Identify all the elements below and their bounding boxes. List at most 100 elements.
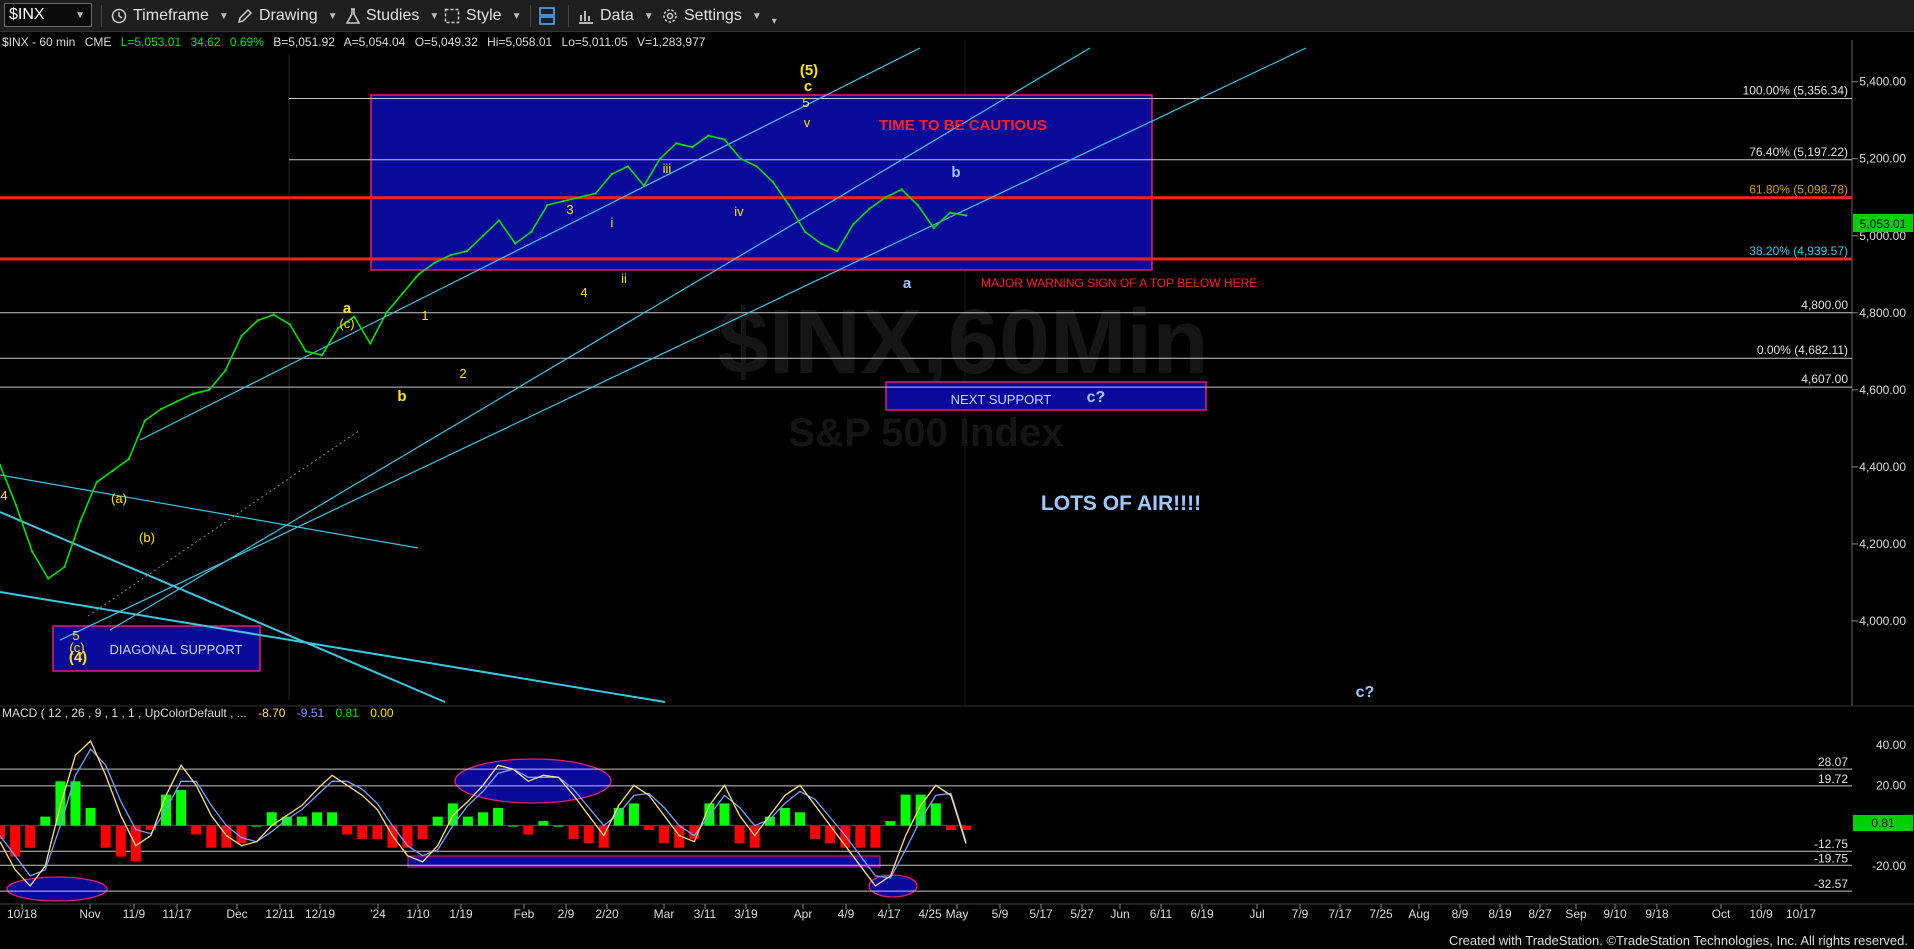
time-tick-label: 12/11 bbox=[265, 907, 294, 921]
price-point bbox=[578, 196, 581, 199]
time-tick-label: Feb bbox=[514, 907, 535, 921]
macd-histogram-bar bbox=[583, 825, 594, 844]
time-tick-label: 3/19 bbox=[734, 907, 758, 921]
time-tick-label: 5/17 bbox=[1029, 907, 1053, 921]
time-tick-label: 11/17 bbox=[162, 907, 191, 921]
flask-icon bbox=[346, 8, 360, 24]
price-point bbox=[224, 369, 227, 372]
macd-histogram-bar bbox=[417, 825, 428, 839]
time-tick-label: 10/18 bbox=[7, 907, 37, 921]
time-tick-label: Mar bbox=[654, 907, 675, 921]
price-tick-label: 4,400.00 bbox=[1859, 460, 1906, 474]
price-point bbox=[401, 292, 404, 295]
price-point bbox=[208, 388, 211, 391]
macd-histogram-bar bbox=[885, 821, 896, 826]
timeframe-button[interactable]: Timeframe ▼ bbox=[111, 4, 229, 28]
price-point bbox=[47, 577, 50, 580]
toolbar: $INX ▼ Timeframe ▼ Drawing ▼ Studies ▼ S… bbox=[0, 0, 1914, 32]
time-tick-label: 4/25 bbox=[918, 907, 942, 921]
macd-histogram-bar bbox=[432, 816, 443, 826]
time-tick-label: 9/18 bbox=[1645, 907, 1669, 921]
macd-histogram-bar bbox=[85, 807, 96, 826]
price-point bbox=[932, 226, 935, 230]
symbol-input[interactable]: $INX ▼ bbox=[4, 3, 92, 27]
style-icon bbox=[444, 8, 460, 24]
time-tick-label: Sep bbox=[1565, 907, 1587, 921]
price-point bbox=[836, 250, 839, 253]
wave-label: 4 bbox=[0, 488, 7, 503]
price-tick-label: 4,200.00 bbox=[1859, 537, 1906, 551]
lots-of-air-label: LOTS OF AIR!!!! bbox=[1041, 492, 1201, 515]
price-point bbox=[755, 165, 758, 168]
price-point bbox=[63, 565, 66, 569]
chevron-down-icon: ▼ bbox=[327, 10, 338, 22]
wave-label: (b) bbox=[139, 530, 155, 545]
price-point bbox=[433, 261, 436, 264]
macd-histogram-bar bbox=[478, 812, 488, 826]
chevron-down-icon: ▼ bbox=[218, 10, 229, 22]
macd-tick-label: 20.00 bbox=[1876, 778, 1906, 792]
symbol-value: $INX bbox=[9, 6, 45, 23]
macd-level-label: -32.57 bbox=[1814, 877, 1848, 891]
toolbar-divider bbox=[568, 5, 569, 27]
price-point bbox=[675, 142, 678, 145]
macd-histogram-bar bbox=[206, 825, 217, 848]
style-button[interactable]: Style ▼ bbox=[444, 4, 521, 28]
price-point bbox=[787, 203, 791, 207]
time-tick-label: 7/25 bbox=[1369, 907, 1393, 921]
watermark-description: S&P 500 Index bbox=[789, 411, 1064, 455]
time-tick-label: Dec bbox=[226, 907, 247, 921]
macd-histogram-bar bbox=[342, 825, 353, 835]
macd-histogram-bar bbox=[176, 790, 187, 826]
settings-button[interactable]: Settings ▼ ▾ bbox=[662, 4, 777, 28]
price-point bbox=[192, 392, 195, 395]
time-tick-label: 8/19 bbox=[1488, 907, 1512, 921]
price-point bbox=[868, 207, 871, 210]
wave-label: 3 bbox=[566, 202, 573, 217]
time-tick-label: 6/19 bbox=[1190, 907, 1214, 921]
fib-level-label: 4,800.00 bbox=[1801, 298, 1848, 312]
macd-histogram-bar bbox=[296, 816, 307, 826]
data-button[interactable]: Data ▼ bbox=[578, 4, 654, 28]
time-tick-label: Oct bbox=[1712, 907, 1731, 921]
price-point bbox=[272, 313, 275, 316]
price-tick-label: 5,400.00 bbox=[1859, 75, 1906, 89]
macd-histogram-bar bbox=[779, 807, 790, 826]
price-point bbox=[175, 400, 179, 403]
price-point bbox=[530, 230, 533, 234]
last-price-tag-text: 5,053.01 bbox=[1860, 217, 1907, 231]
macd-tick-label: 40.00 bbox=[1876, 738, 1906, 752]
price-point bbox=[803, 230, 807, 234]
overflow-icon[interactable]: ▾ bbox=[772, 16, 777, 27]
macd-histogram-bar bbox=[115, 825, 126, 857]
price-point bbox=[964, 214, 968, 217]
layout-button[interactable] bbox=[538, 4, 556, 28]
time-tick-label: 9/10 bbox=[1603, 907, 1627, 921]
macd-level-label: 28.07 bbox=[1818, 755, 1848, 769]
drawing-button[interactable]: Drawing ▼ bbox=[237, 4, 338, 28]
macd-histogram-bar bbox=[402, 825, 413, 848]
data-label: Data bbox=[600, 7, 634, 24]
price-point bbox=[481, 234, 485, 237]
time-tick-label: 12/19 bbox=[305, 907, 335, 921]
fib-level-label: 38.20% (4,939.57) bbox=[1749, 244, 1848, 258]
watermark-symbol: $INX,60Min bbox=[718, 291, 1209, 393]
chart-canvas[interactable]: $INX,60Min S&P 500 Index 100.00% (5,356.… bbox=[0, 32, 1914, 932]
macd-histogram-bar bbox=[508, 825, 519, 827]
wave-label: 2 bbox=[459, 366, 466, 381]
time-tick-label: 2/9 bbox=[558, 907, 575, 921]
clock-icon bbox=[111, 8, 127, 24]
time-tick-label: 8/9 bbox=[1452, 907, 1469, 921]
wave-label: (a) bbox=[111, 491, 127, 506]
time-tick-label: 1/19 bbox=[449, 907, 473, 921]
settings-label: Settings bbox=[684, 7, 742, 24]
chevron-down-icon[interactable]: ▼ bbox=[75, 10, 85, 21]
time-axis: 10/18 Nov 11/9 11/17 Dec 12/11 12/19 '24 1/10 1/1… bbox=[0, 903, 1914, 921]
price-point bbox=[159, 407, 163, 411]
caution-label: TIME TO BE CAUTIOUS bbox=[879, 117, 1047, 134]
diagonal-support-label: DIAGONAL SUPPORT bbox=[110, 642, 243, 657]
chevron-down-icon: ▼ bbox=[511, 10, 522, 22]
price-point bbox=[417, 273, 420, 276]
studies-button[interactable]: Studies ▼ bbox=[346, 4, 439, 28]
price-point bbox=[31, 550, 34, 553]
